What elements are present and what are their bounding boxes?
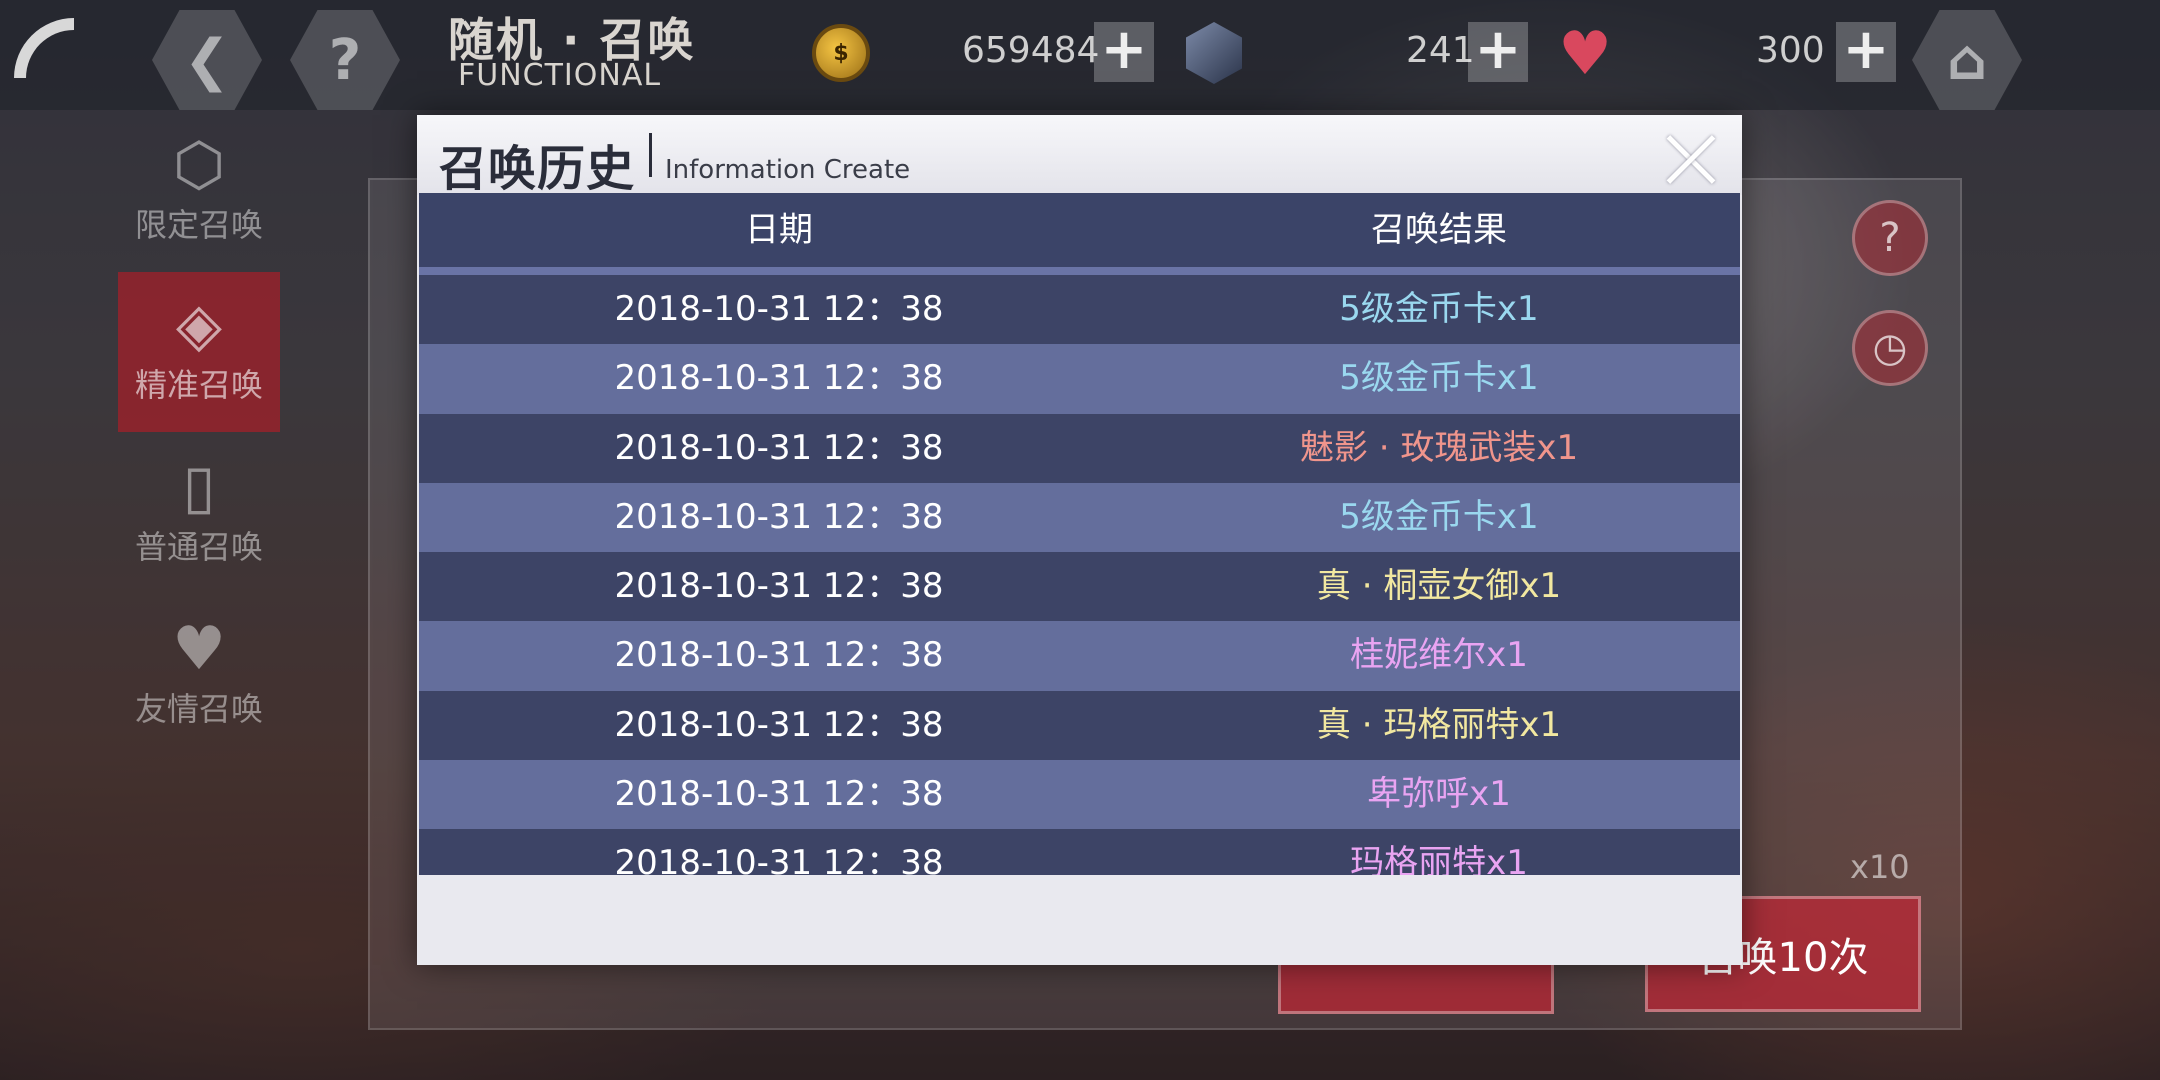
- title-divider: [649, 133, 652, 177]
- home-button[interactable]: ⌂: [1912, 10, 2022, 110]
- gold-coin-icon: $: [812, 24, 870, 82]
- row-date: 2018-10-31 12：38: [614, 358, 944, 399]
- crystal-amount: 241: [1406, 30, 1475, 71]
- history-table[interactable]: 日期 召唤结果 2018-10-31 12：38 5级金币卡x1 2018-10-3…: [419, 193, 1740, 875]
- crystal-icon: [1186, 22, 1242, 84]
- row-date: 2018-10-31 12：38: [614, 635, 944, 676]
- clock-icon: ◷: [1872, 325, 1908, 371]
- help-icon: ?: [1879, 215, 1901, 261]
- help-button[interactable]: ?: [290, 10, 400, 110]
- sidebar-item-label: 普通召唤: [134, 528, 263, 566]
- add-gold-button[interactable]: +: [1094, 22, 1154, 82]
- table-row: 2018-10-31 12：38 卑弥呼x1: [419, 760, 1740, 830]
- gold-amount: 659484: [962, 30, 1100, 71]
- table-row: 2018-10-31 12：38 魅影 · 玫瑰武装x1: [419, 413, 1740, 483]
- card-icon: ▯: [182, 452, 216, 522]
- plus-icon: +: [1100, 17, 1148, 82]
- sidebar-item-label: 友情召唤: [134, 690, 263, 728]
- modal-subtitle: Information Create: [665, 155, 911, 185]
- row-result: 真 · 桐壶女御x1: [1316, 566, 1562, 607]
- table-row: 2018-10-31 12：38 桂妮维尔x1: [419, 621, 1740, 691]
- table-row: 2018-10-31 12：38 5级金币卡x1: [419, 344, 1740, 414]
- app-logo-icon: [14, 18, 74, 78]
- row-date: 2018-10-31 12：38: [614, 566, 944, 607]
- row-result: 真 · 玛格丽特x1: [1316, 704, 1562, 745]
- help-icon: ?: [328, 27, 362, 93]
- page-subtitle: FUNCTIONAL: [458, 58, 662, 93]
- modal-title: 召唤历史: [439, 141, 636, 197]
- sidebar-item-normal[interactable]: ▯ 普通召唤: [118, 452, 280, 568]
- add-heart-button[interactable]: +: [1836, 22, 1896, 82]
- row-date: 2018-10-31 12：38: [614, 289, 944, 329]
- sidebar-item-limited[interactable]: ⬡ 限定召唤: [118, 130, 280, 246]
- table-body: 2018-10-31 12：38 5级金币卡x1 2018-10-31 12：38 5…: [419, 275, 1740, 875]
- help-circle-button[interactable]: ?: [1852, 200, 1928, 276]
- sidebar-item-label: 精准召唤: [134, 366, 263, 404]
- column-header-result: 召唤结果: [1371, 210, 1507, 250]
- target-icon: ◈: [175, 290, 223, 360]
- plus-icon: +: [1474, 17, 1522, 82]
- plus-icon: +: [1842, 17, 1890, 82]
- table-row: 2018-10-31 12：38 5级金币卡x1: [419, 275, 1740, 345]
- column-header-date: 日期: [745, 210, 813, 250]
- back-button[interactable]: ❮: [152, 10, 262, 110]
- home-icon: ⌂: [1946, 27, 1988, 93]
- heart-amount: 300: [1756, 30, 1825, 71]
- row-result: 卑弥呼x1: [1367, 774, 1511, 815]
- row-date: 2018-10-31 12：38: [614, 427, 944, 468]
- row-date: 2018-10-31 12：38: [614, 774, 944, 815]
- top-bar: ❮ ? 随机 · 召唤 FUNCTIONAL $ 659484 + 241 + …: [0, 0, 2160, 110]
- sidebar-item-label: 限定召唤: [134, 206, 263, 244]
- heart-icon: ♥: [172, 614, 226, 684]
- table-row: 2018-10-31 12：38 5级金币卡x1: [419, 482, 1740, 553]
- row-date: 2018-10-31 12：38: [614, 704, 944, 745]
- back-icon: ❮: [183, 27, 231, 93]
- sidebar-item-precise[interactable]: ◈ 精准召唤: [118, 290, 280, 406]
- summon-history-modal: 召唤历史 Information Create 日期 召唤结果 2018-10-…: [417, 115, 1742, 965]
- table-row: 2018-10-31 12：38 玛格丽特x1: [419, 829, 1740, 875]
- close-icon[interactable]: [1665, 133, 1717, 185]
- table-row: 2018-10-31 12：38 真 · 玛格丽特x1: [419, 690, 1740, 761]
- summon-count-label: x10: [1850, 848, 1910, 886]
- table-row: 2018-10-31 12：38 真 · 桐壶女御x1: [419, 552, 1740, 622]
- add-crystal-button[interactable]: +: [1468, 22, 1528, 82]
- row-result: 玛格丽特x1: [1350, 843, 1528, 875]
- row-result: 魅影 · 玫瑰武装x1: [1299, 427, 1579, 468]
- row-result: 5级金币卡x1: [1339, 289, 1539, 329]
- row-result: 5级金币卡x1: [1339, 358, 1539, 399]
- table-header: 日期 召唤结果: [419, 193, 1740, 275]
- row-result: 5级金币卡x1: [1339, 496, 1539, 537]
- sidebar-item-friendship[interactable]: ♥ 友情召唤: [118, 614, 280, 730]
- history-circle-button[interactable]: ◷: [1852, 310, 1928, 386]
- modal-header: 召唤历史 Information Create: [417, 115, 1742, 197]
- row-date: 2018-10-31 12：38: [614, 843, 944, 875]
- row-date: 2018-10-31 12：38: [614, 496, 944, 537]
- heart-icon: ♥: [1558, 19, 1612, 89]
- hexagon-icon: ⬡: [172, 130, 226, 200]
- modal-footer: [417, 875, 1742, 965]
- row-result: 桂妮维尔x1: [1350, 635, 1528, 676]
